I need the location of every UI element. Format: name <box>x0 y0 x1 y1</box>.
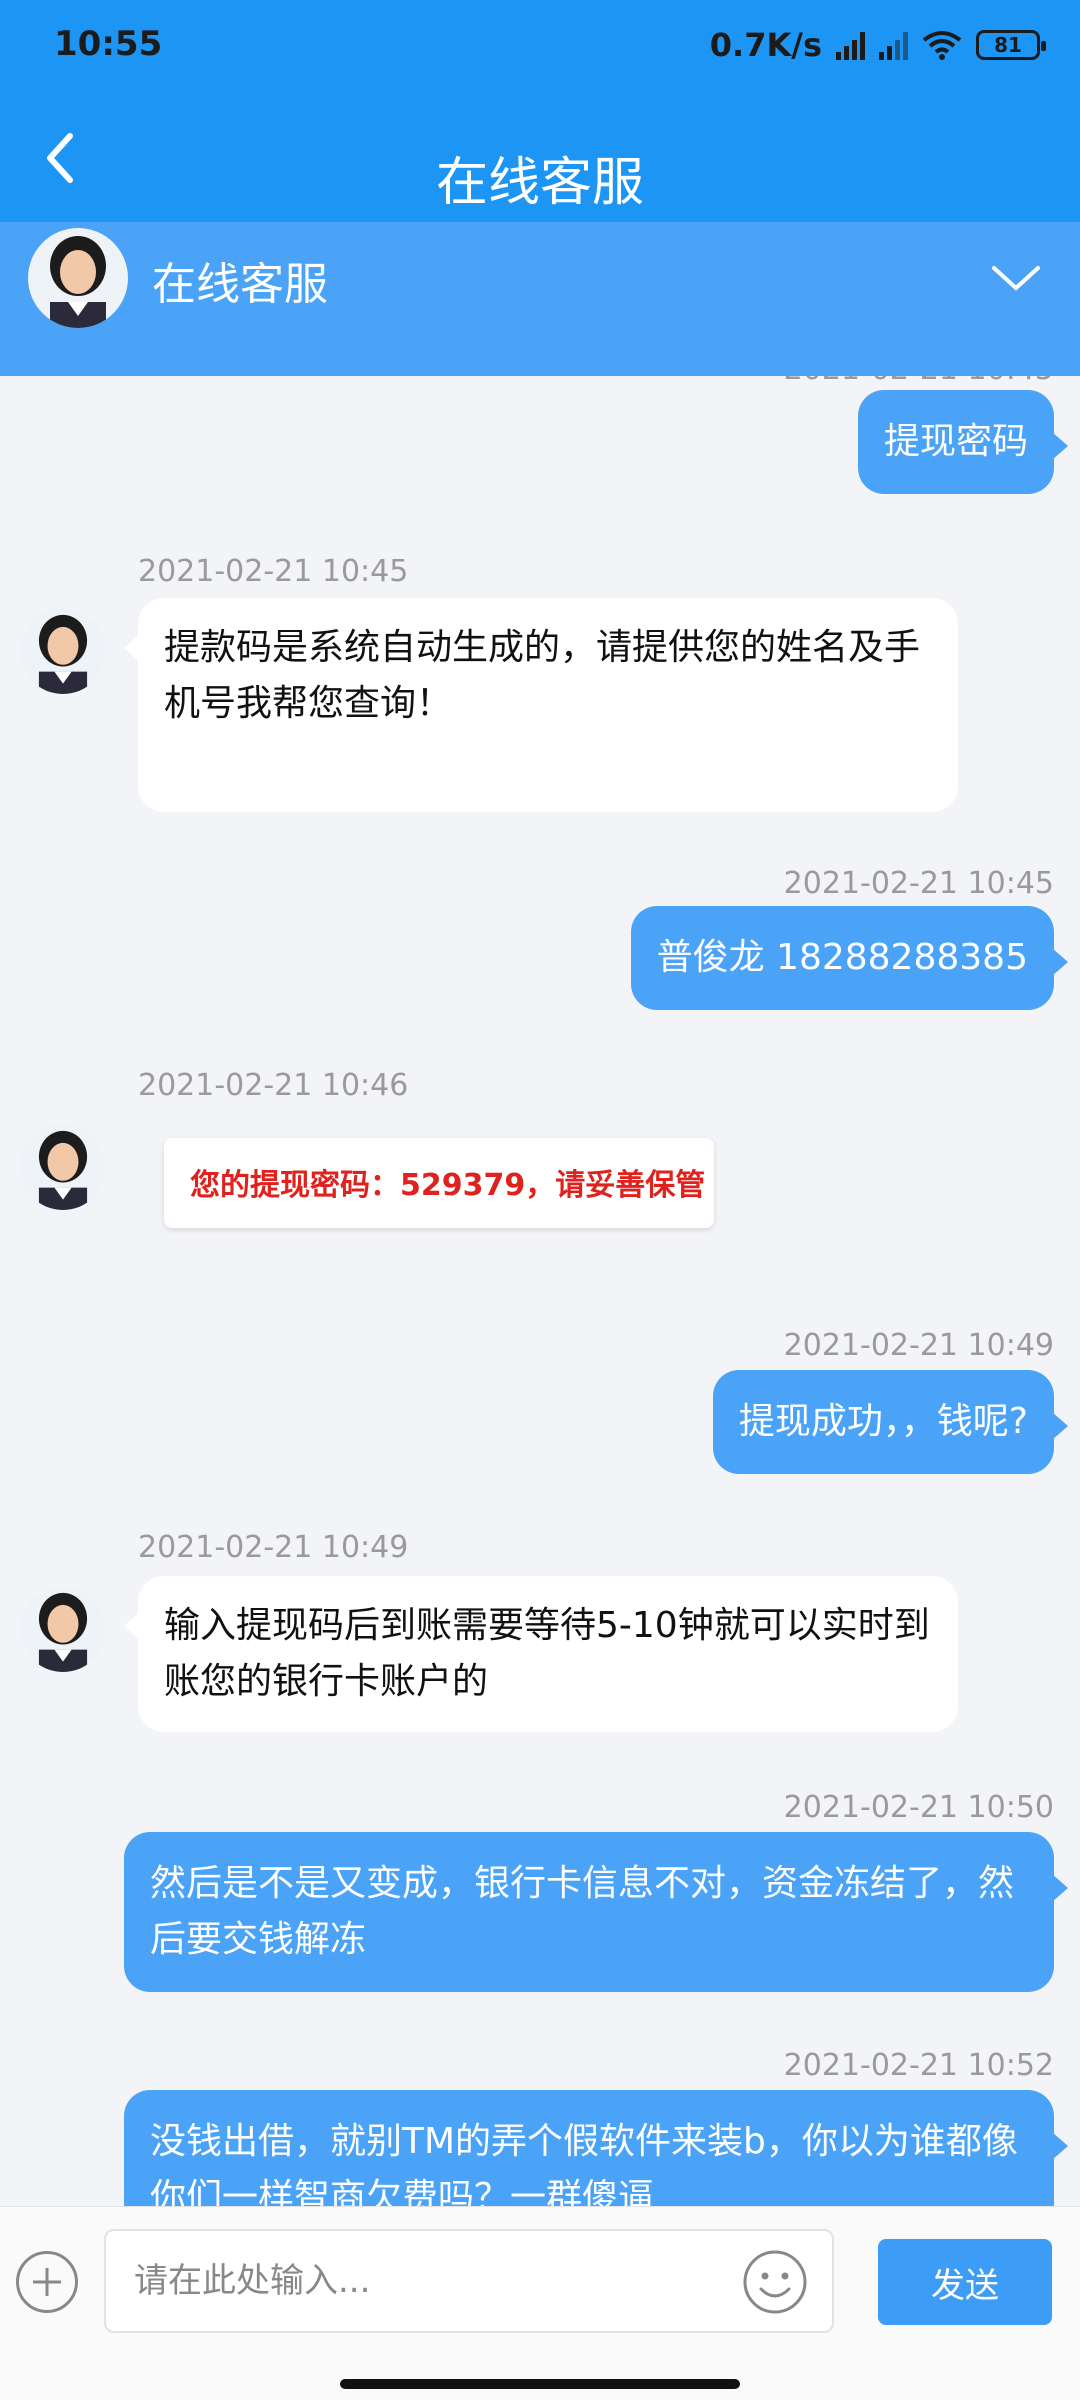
message-bubble-outgoing: 提现成功，，钱呢? <box>712 1370 1069 1474</box>
message-bubble-incoming: 输入提现码后到账需要等待5-10钟就可以实时到账您的银行卡账户的 <box>124 1576 958 1732</box>
message-bubble-outgoing: 没钱出借，就别TM的弄个假软件来装b，你以为谁都像你们一样智商欠费吗？一群傻逼 <box>124 2090 1068 2206</box>
plus-circle-icon[interactable] <box>16 2251 78 2313</box>
timestamp: 2021-02-21 10:46 <box>138 1068 409 1103</box>
chevron-down-icon[interactable] <box>988 258 1044 298</box>
message-bubble-outgoing: 然后是不是又变成，银行卡信息不对，资金冻结了，然后要交钱解冻 <box>124 1832 1068 1992</box>
image-message[interactable]: 您的提现密码：529379，请妥善保管 <box>164 1138 714 1228</box>
message-input[interactable] <box>104 2229 834 2333</box>
top-bar: 10:55 0.7K/s 81 在线客服 <box>0 0 1080 222</box>
avatar <box>28 228 128 328</box>
status-time: 10:55 <box>54 24 163 64</box>
timestamp: 2021-02-21 10:45 <box>138 554 409 589</box>
timestamp: 2021-02-21 10:49 <box>783 1328 1054 1363</box>
home-indicator[interactable] <box>340 2379 740 2389</box>
message-bubble-outgoing: 普俊龙 18288288385 <box>630 906 1069 1010</box>
service-name: 在线客服 <box>152 259 328 310</box>
input-bar: 发送 <box>0 2206 1080 2400</box>
smiley-icon[interactable] <box>742 2249 808 2315</box>
timestamp: 2021-02-21 10:49 <box>138 1530 409 1565</box>
avatar <box>20 1586 106 1672</box>
timestamp: 2021-02-21 10:45 <box>783 866 1054 901</box>
avatar <box>20 1124 106 1210</box>
battery-icon: 81 <box>976 30 1046 60</box>
service-bar[interactable]: 在线客服 <box>0 222 1080 376</box>
chat-list[interactable]: 2021-02-21 10:45 提现密码 2021-02-21 10:45 提… <box>0 376 1080 2206</box>
timestamp: 2021-02-21 10:52 <box>783 2048 1054 2083</box>
message-bubble-incoming: 提款码是系统自动生成的，请提供您的姓名及手机号我帮您查询！ <box>124 598 958 812</box>
network-speed: 0.7K/s <box>709 26 822 64</box>
page-title: 在线客服 <box>435 153 644 213</box>
status-icons: 0.7K/s 81 <box>709 26 1046 64</box>
message-bubble-outgoing: 提现密码 <box>857 390 1069 494</box>
wifi-icon <box>922 31 962 60</box>
send-button[interactable]: 发送 <box>878 2239 1052 2325</box>
avatar <box>20 608 106 694</box>
signal-icon <box>836 30 865 60</box>
timestamp: 2021-02-21 10:50 <box>783 1790 1054 1825</box>
signal-icon <box>879 30 908 60</box>
timestamp: 2021-02-21 10:45 <box>784 376 1054 387</box>
image-message-text: 您的提现密码：529379，请妥善保管 <box>190 1168 706 1203</box>
